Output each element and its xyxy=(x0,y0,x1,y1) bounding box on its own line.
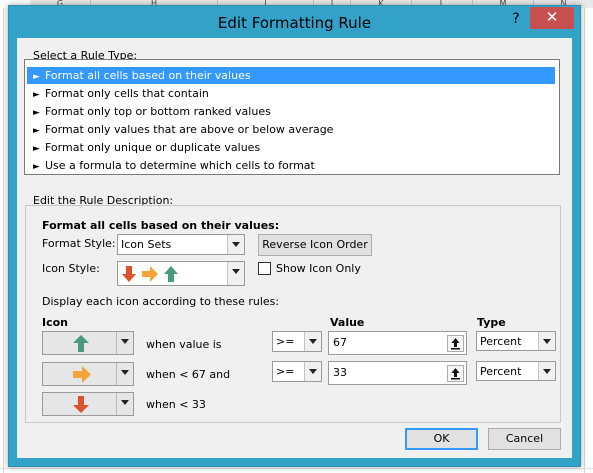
value-text: 67 xyxy=(333,336,347,349)
rule-condition: when < 33 xyxy=(146,398,206,411)
range-selector-icon[interactable] xyxy=(447,365,464,382)
rule-type-item[interactable]: ► Format only unique or duplicate values xyxy=(27,139,555,156)
rule-type-label: Format only cells that contain xyxy=(45,87,209,100)
icon-column-header: Icon xyxy=(42,316,69,329)
chevron-down-icon[interactable] xyxy=(538,332,555,350)
operator-value: >= xyxy=(276,335,295,348)
chevron-down-icon[interactable] xyxy=(116,393,133,415)
rule-icon-dropdown[interactable] xyxy=(42,392,134,416)
red-down-arrow-icon xyxy=(73,396,89,413)
chevron-down-icon[interactable] xyxy=(304,332,321,351)
value-text: 33 xyxy=(333,366,347,379)
operator-value: >= xyxy=(276,365,295,378)
arrow-icon: ► xyxy=(33,72,40,82)
rule-condition: when < 67 and xyxy=(146,368,231,381)
rule-condition: when value is xyxy=(146,338,222,351)
rule-icon-dropdown[interactable] xyxy=(42,331,134,355)
range-selector-icon[interactable] xyxy=(447,335,464,352)
grid-line xyxy=(3,8,4,473)
rule-type-label: Format only values that are above or bel… xyxy=(45,123,334,136)
ok-button[interactable]: OK xyxy=(405,428,478,450)
rule-type-item[interactable]: ► Format only values that are above or be… xyxy=(27,121,555,138)
arrow-icon: ► xyxy=(33,108,40,118)
rule-type-item[interactable]: ► Format only cells that contain xyxy=(27,85,555,102)
format-style-dropdown[interactable]: Icon Sets xyxy=(117,234,245,255)
chevron-down-icon[interactable] xyxy=(227,262,244,285)
operator-dropdown[interactable]: >= xyxy=(272,331,322,352)
arrow-icon: ► xyxy=(33,144,40,154)
chevron-down-icon[interactable] xyxy=(116,332,133,354)
grid-line xyxy=(0,468,593,469)
green-up-arrow-icon xyxy=(73,335,89,352)
title-bar[interactable]: Edit Formatting Rule ? ✕ xyxy=(9,6,580,38)
format-style-value: Icon Sets xyxy=(121,238,172,251)
chevron-down-icon[interactable] xyxy=(227,235,244,254)
rule-type-label: Format only top or bottom ranked values xyxy=(45,105,271,118)
dialog-title: Edit Formatting Rule xyxy=(217,14,372,32)
value-input[interactable]: 67 xyxy=(328,331,467,355)
rule-type-label: Format all cells based on their values xyxy=(45,69,251,82)
grid-line xyxy=(584,8,585,473)
type-dropdown[interactable]: Percent xyxy=(476,331,556,351)
chevron-down-icon[interactable] xyxy=(116,363,133,385)
format-style-label: Format Style: xyxy=(42,237,116,250)
description-heading: Format all cells based on their values: xyxy=(42,219,280,232)
help-button[interactable]: ? xyxy=(506,10,526,28)
show-icon-only-checkbox[interactable] xyxy=(258,262,271,275)
rule-type-label: Use a formula to determine which cells t… xyxy=(45,159,315,172)
type-dropdown[interactable]: Percent xyxy=(476,361,556,381)
rule-type-item[interactable]: ► Use a formula to determine which cells … xyxy=(27,157,555,174)
value-input[interactable]: 33 xyxy=(328,361,467,385)
display-rules-label: Display each icon according to these rul… xyxy=(42,295,280,308)
yellow-right-arrow-icon xyxy=(73,366,91,383)
value-column-header: Value xyxy=(330,316,365,329)
green-up-arrow-icon xyxy=(164,266,178,282)
reverse-icon-order-button[interactable]: Reverse Icon Order xyxy=(258,234,372,256)
type-value: Percent xyxy=(480,365,522,378)
chevron-down-icon[interactable] xyxy=(538,362,555,380)
rule-type-item[interactable]: ► Format all cells based on their values xyxy=(27,67,555,84)
red-down-arrow-icon xyxy=(122,266,136,282)
type-value: Percent xyxy=(480,335,522,348)
close-button[interactable]: ✕ xyxy=(530,7,574,29)
type-column-header: Type xyxy=(477,316,506,329)
cancel-button[interactable]: Cancel xyxy=(488,428,561,450)
icon-style-label: Icon Style: xyxy=(42,262,100,275)
rule-type-list[interactable]: ► Format all cells based on their values … xyxy=(24,59,560,175)
show-icon-only-label[interactable]: Show Icon Only xyxy=(276,262,361,275)
icon-set-preview xyxy=(122,265,182,283)
operator-dropdown[interactable]: >= xyxy=(272,361,322,382)
rule-icon-dropdown[interactable] xyxy=(42,362,134,386)
arrow-icon: ► xyxy=(33,162,40,172)
arrow-icon: ► xyxy=(33,126,40,136)
icon-style-dropdown[interactable] xyxy=(117,261,245,286)
chevron-down-icon[interactable] xyxy=(304,362,321,381)
arrow-icon: ► xyxy=(33,90,40,100)
rule-type-label: Format only unique or duplicate values xyxy=(45,141,261,154)
rule-type-item[interactable]: ► Format only top or bottom ranked values xyxy=(27,103,555,120)
yellow-right-arrow-icon xyxy=(142,266,158,282)
